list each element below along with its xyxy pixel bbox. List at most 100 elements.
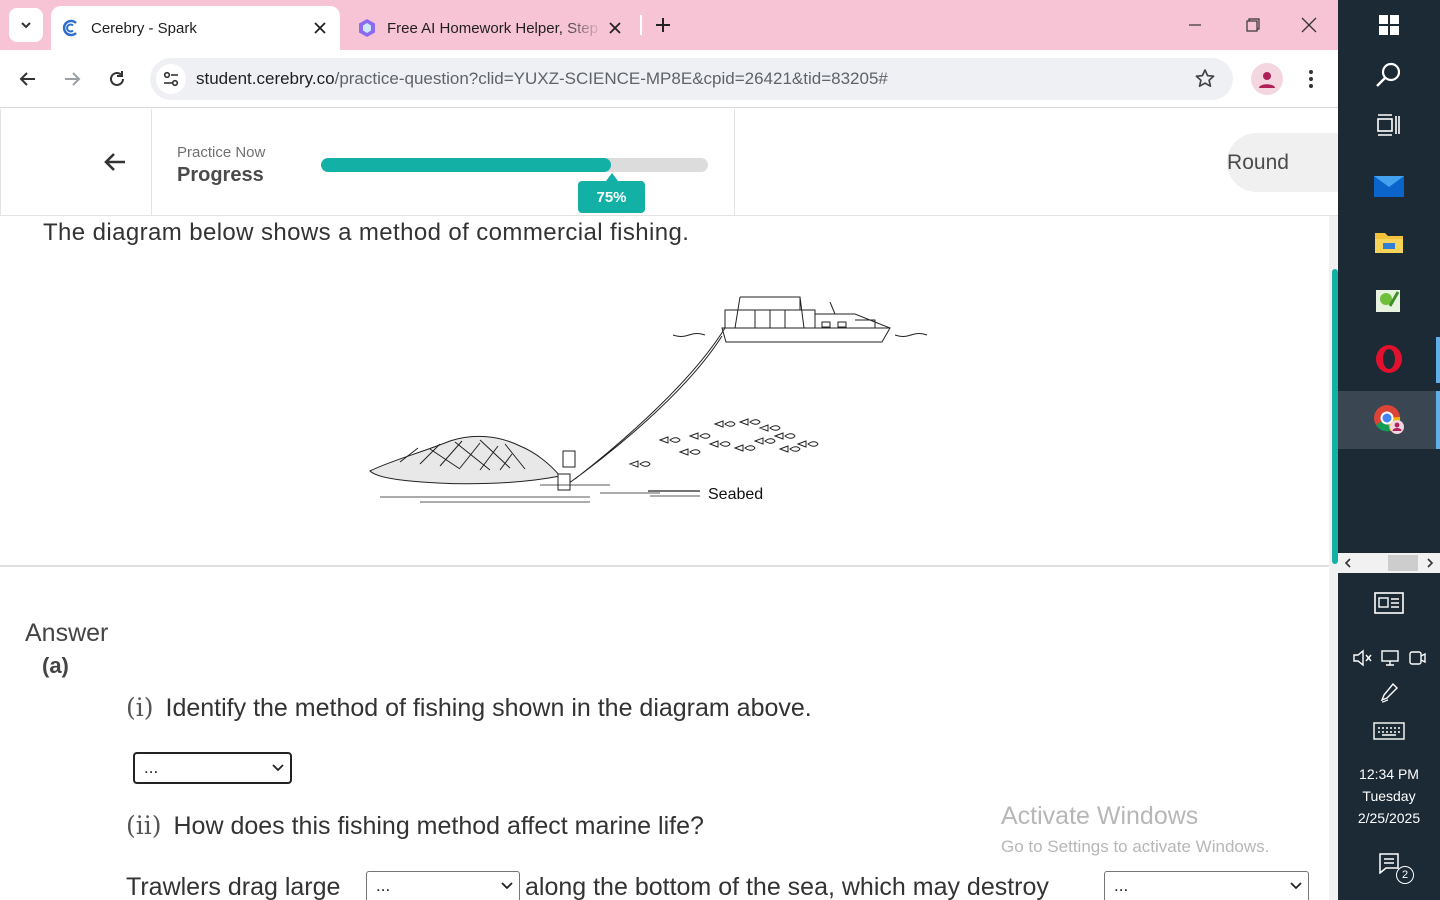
tab-close-icon[interactable] [308, 16, 332, 40]
progress-badge: 75% [578, 173, 645, 213]
question-i-number: (i) [126, 693, 154, 722]
progress-bar-fill [321, 158, 612, 172]
dropdown-destroyed-item[interactable]: ... [1104, 871, 1309, 900]
tab-title: Cerebry - Spark [91, 19, 197, 37]
url-text[interactable]: student.cerebry.co/practice-question?cli… [196, 69, 888, 89]
arrow-right-icon [65, 72, 81, 86]
action-center-button[interactable] [1338, 848, 1440, 878]
opera-icon [1376, 345, 1402, 373]
tab-cerebry[interactable]: Cerebry - Spark [51, 6, 340, 50]
pen-workspace-button[interactable] [1338, 680, 1440, 706]
dropdown-net-type[interactable]: ... [366, 871, 520, 900]
round-pill: Round [1227, 133, 1338, 192]
activation-watermark: Activate Windows Go to Settings to activ… [1001, 802, 1269, 857]
news-icon [1374, 592, 1404, 614]
restore-icon [1246, 18, 1260, 32]
mail-icon [1374, 176, 1404, 197]
gradebook-app[interactable] [1338, 278, 1440, 322]
question-ii-text: How does this fishing method affect mari… [173, 812, 704, 840]
address-bar[interactable]: student.cerebry.co/practice-question?cli… [150, 58, 1233, 100]
folder-icon [1375, 233, 1403, 253]
plus-icon [656, 18, 670, 32]
chrome-app[interactable] [1338, 391, 1440, 449]
bookmark-star-icon[interactable] [1193, 67, 1217, 91]
sentence-part-b: along the bottom of the sea, which may d… [525, 873, 1049, 900]
seabed-label: Seabed [708, 486, 764, 503]
clock-date: 2/25/2025 [1357, 810, 1421, 826]
chevron-left-icon[interactable] [1344, 558, 1352, 568]
reload-button[interactable] [101, 63, 133, 95]
network-icon[interactable] [1380, 649, 1400, 667]
arrow-left-icon[interactable] [103, 152, 127, 172]
start-button[interactable] [1338, 4, 1440, 46]
sentence-part-a: Trawlers drag large [126, 873, 341, 900]
task-view-button[interactable] [1338, 104, 1440, 146]
vertical-scrollbar[interactable] [1329, 216, 1338, 900]
close-icon [1301, 17, 1317, 33]
page-content: Practice Now Progress 75% Round The diag… [0, 109, 1338, 900]
chevron-right-icon[interactable] [1426, 558, 1434, 568]
clock-day: Tuesday [1362, 788, 1416, 804]
running-indicator [1436, 391, 1440, 449]
part-label: (a) [42, 653, 69, 678]
fishing-method-dropdown[interactable]: ... [133, 752, 292, 784]
tab-ai-helper[interactable]: Free AI Homework Helper, Step [347, 6, 635, 50]
progress-label: Progress [177, 164, 264, 186]
cerebry-icon [60, 17, 82, 39]
progress-section: Practice Now Progress 75% [151, 109, 735, 216]
chrome-icon [1374, 405, 1404, 434]
new-tab-button[interactable] [650, 12, 676, 38]
volume-muted-icon[interactable] [1352, 649, 1372, 667]
taskbar-search-button[interactable] [1338, 53, 1440, 97]
ai-helper-icon [356, 17, 378, 39]
running-indicator [1436, 337, 1440, 383]
tab-separator [640, 15, 642, 35]
reload-icon [110, 71, 124, 86]
minimize-button[interactable] [1166, 0, 1224, 50]
close-window-button[interactable] [1280, 0, 1338, 50]
forward-button[interactable] [56, 63, 88, 95]
site-info-button[interactable] [156, 64, 186, 94]
windows-icon [1379, 15, 1399, 35]
trawler-diagram [369, 296, 928, 503]
notification-count-badge: 2 [1396, 866, 1414, 884]
profile-avatar[interactable] [1251, 63, 1283, 95]
system-tray-row [1338, 645, 1440, 671]
scrollbar-thumb[interactable] [1388, 555, 1418, 571]
minimize-icon [1189, 24, 1201, 26]
search-icon [1376, 62, 1401, 87]
horizontal-scrollbar[interactable] [1338, 553, 1440, 573]
practice-header: Practice Now Progress 75% Round [0, 109, 1338, 216]
opera-app[interactable] [1338, 337, 1440, 381]
back-cell [0, 109, 152, 216]
tab-close-icon[interactable] [603, 16, 627, 40]
tab-strip: Cerebry - Spark Free AI Homework Helper,… [0, 0, 1338, 50]
browser-toolbar: student.cerebry.co/practice-question?cli… [0, 50, 1338, 108]
question-i: (i) Identify the method of fishing shown … [126, 693, 812, 723]
taskbar-clock[interactable]: 12:34 PM Tuesday 2/25/2025 [1338, 763, 1440, 829]
back-button[interactable] [12, 63, 44, 95]
watermark-subtitle: Go to Settings to activate Windows. [1001, 837, 1270, 856]
browser-menu-button[interactable] [1297, 63, 1325, 95]
question-i-text: Identify the method of fishing shown in … [165, 694, 812, 722]
keyboard-icon [1373, 722, 1405, 740]
touch-keyboard-button[interactable] [1338, 718, 1440, 744]
pen-icon [1380, 682, 1398, 703]
chevron-down-icon [21, 22, 31, 29]
person-icon [1259, 72, 1275, 88]
round-label: Round [1227, 151, 1289, 174]
divider [0, 565, 1338, 567]
taskbar: 12:34 PM Tuesday 2/25/2025 2 [1338, 0, 1440, 900]
question-ii-number: (ii) [126, 811, 162, 840]
news-widget[interactable] [1338, 585, 1440, 621]
mail-app[interactable] [1338, 163, 1440, 207]
file-explorer-app[interactable] [1338, 220, 1440, 264]
tab-title: Free AI Homework Helper, Step [387, 19, 598, 37]
progress-kicker: Practice Now [177, 144, 266, 161]
restore-button[interactable] [1224, 0, 1282, 50]
meet-now-icon[interactable] [1408, 649, 1426, 667]
certificate-icon [1376, 290, 1400, 312]
tab-search-button[interactable] [9, 8, 43, 42]
answer-heading: Answer [25, 619, 109, 647]
chevron-down-icon [272, 764, 284, 772]
